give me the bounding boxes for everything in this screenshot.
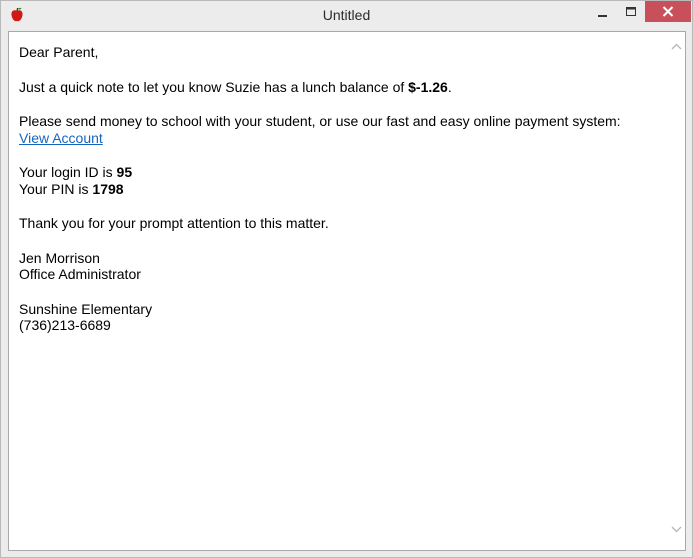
signer-name: Jen Morrison	[19, 249, 100, 266]
app-window: Untitled Dear Parent, Just a quick note …	[0, 0, 693, 558]
pin-line: Your PIN is 1798	[19, 181, 659, 198]
pin-label: Your PIN is	[19, 180, 93, 197]
login-line: Your login ID is 95	[19, 164, 659, 181]
chevron-up-icon	[671, 43, 682, 50]
login-label: Your login ID is	[19, 164, 117, 180]
school-phone: (736)213-6689	[19, 317, 111, 333]
balance-line: Just a quick note to let you know Suzie …	[19, 79, 659, 96]
view-account-link[interactable]: View Account	[19, 130, 103, 146]
chevron-down-icon	[671, 526, 682, 533]
balance-text: Just a quick note to let you know Suzie …	[19, 78, 409, 95]
scroll-up-button[interactable]	[668, 38, 685, 55]
scroll-down-button[interactable]	[668, 521, 685, 538]
maximize-button[interactable]	[617, 1, 645, 22]
balance-amount: $-1.26	[408, 78, 448, 95]
school-name: Sunshine Elementary	[19, 300, 153, 317]
greeting: Dear Parent,	[19, 44, 99, 60]
letter-body: Dear Parent, Just a quick note to let yo…	[19, 44, 659, 334]
vertical-scrollbar[interactable]	[668, 32, 685, 550]
close-button[interactable]	[645, 1, 691, 22]
minimize-button[interactable]	[589, 1, 617, 22]
balance-period: .	[447, 78, 452, 95]
pin-value: 1798	[92, 180, 124, 197]
close-icon	[662, 6, 674, 17]
thanks-text: Thank you for your prompt attention to t…	[19, 215, 329, 231]
minimize-icon	[598, 14, 607, 17]
login-id: 95	[116, 164, 133, 180]
title-bar[interactable]: Untitled	[1, 1, 692, 30]
document-view[interactable]: Dear Parent, Just a quick note to let yo…	[8, 31, 686, 551]
maximize-icon	[626, 6, 636, 16]
payment-text: Please send money to school with your st…	[19, 113, 621, 129]
signer-title: Office Administrator	[19, 266, 141, 282]
